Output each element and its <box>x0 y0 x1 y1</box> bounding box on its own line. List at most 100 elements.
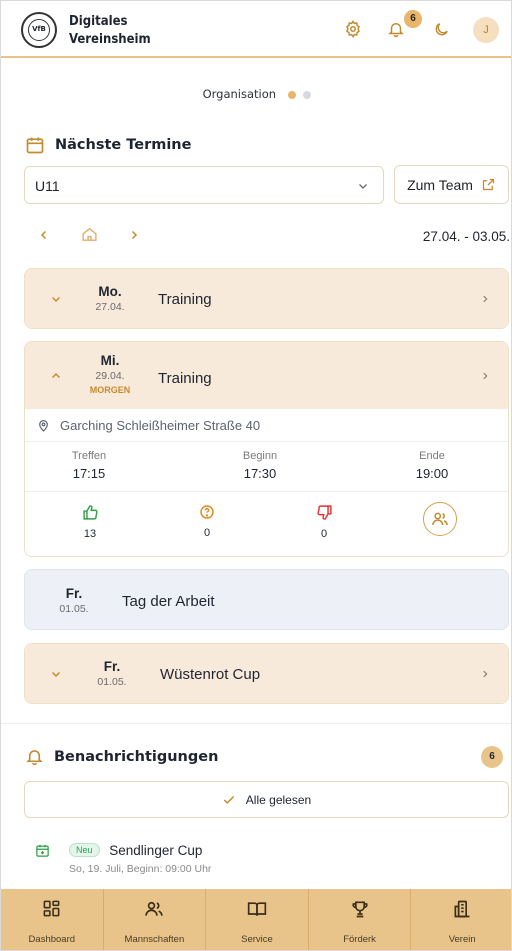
settings-button[interactable] <box>341 17 365 41</box>
dark-mode-toggle[interactable] <box>429 17 453 41</box>
time-end: Ende 19:00 <box>372 450 492 481</box>
vote-no-button[interactable]: 0 <box>304 504 344 540</box>
event-card[interactable]: Fr. 01.05. Wüstenrot Cup <box>24 643 509 704</box>
nav-foerderk[interactable]: Förderk <box>309 889 412 950</box>
nav-verein[interactable]: Verein <box>411 889 511 950</box>
vote-no-count: 0 <box>320 528 328 540</box>
chevron-right-icon[interactable] <box>480 370 490 382</box>
nav-mannschaften[interactable]: Mannschaften <box>104 889 207 950</box>
event-date: 01.05. <box>97 676 127 688</box>
holiday-date: 01.05. <box>59 603 89 615</box>
nav-service[interactable]: Service <box>206 889 309 950</box>
chevron-up-icon[interactable] <box>50 370 62 382</box>
event-day: Fr. 01.05. <box>87 659 137 688</box>
brand-line-2: Vereinsheim <box>69 32 151 47</box>
nav-label: Förderk <box>343 934 376 945</box>
new-badge: Neu <box>69 843 100 857</box>
nav-dashboard[interactable]: Dashboard <box>1 889 104 950</box>
event-location[interactable]: Garching Schleißheimer Straße 40 <box>25 409 508 442</box>
map-pin-icon <box>39 419 48 432</box>
week-navigation: 27.04. - 03.05. <box>24 223 510 251</box>
zum-team-button[interactable]: Zum Team <box>394 165 509 204</box>
event-votes: 13 0 0 <box>25 492 508 548</box>
notification-badge: 6 <box>404 10 422 28</box>
week-date-range: 27.04. - 03.05. <box>422 229 510 244</box>
time-label: Ende <box>419 450 445 462</box>
termine-heading: Nächste Termine <box>25 135 191 155</box>
club-logo[interactable]: VfB <box>21 12 57 48</box>
chevron-right-icon[interactable] <box>480 293 490 305</box>
notification-item[interactable]: Neu Sendlinger Cup So, 19. Juli, Beginn:… <box>35 841 505 881</box>
event-day: Mi. 29.04. MORGEN <box>85 353 135 395</box>
chevron-right-icon[interactable] <box>480 668 490 680</box>
prev-week-button[interactable] <box>38 228 50 247</box>
next-week-button[interactable] <box>128 228 140 247</box>
event-title: Training <box>158 370 212 387</box>
vote-maybe-count: 0 <box>203 527 211 539</box>
notification-subtitle: So, 19. Juli, Beginn: 09:00 Uhr <box>69 863 212 875</box>
notifications-title: Benachrichtigungen <box>54 748 219 765</box>
nav-label: Mannschaften <box>124 934 185 945</box>
vote-maybe-button[interactable]: 0 <box>187 504 227 539</box>
notification-title: Sendlinger Cup <box>109 843 203 858</box>
brand-line-1: Digitales <box>69 14 128 29</box>
time-label: Treffen <box>71 450 107 462</box>
chevron-down-icon[interactable] <box>50 668 62 680</box>
mark-all-read-button[interactable]: Alle gelesen <box>24 781 509 818</box>
nav-label: Dashboard <box>28 934 76 945</box>
participants-button[interactable] <box>423 502 457 536</box>
org-pager: Organisation <box>1 87 511 101</box>
bottom-navigation: Dashboard Mannschaften Service Förderk V… <box>1 889 511 950</box>
event-card[interactable]: Mo. 27.04. Training <box>24 268 509 329</box>
event-times: Treffen 17:15 Beginn 17:30 Ende 19:00 <box>25 442 508 492</box>
mark-all-read-label: Alle gelesen <box>245 792 312 807</box>
holiday-weekday: Fr. <box>65 586 83 601</box>
event-title: Wüstenrot Cup <box>160 666 261 683</box>
club-logo-text: VfB <box>28 19 50 41</box>
notifications-count-badge: 6 <box>481 746 503 768</box>
bell-icon <box>26 750 43 766</box>
question-circle-icon <box>200 505 214 519</box>
chevron-left-icon <box>40 230 47 240</box>
zum-team-label: Zum Team <box>407 176 473 193</box>
section-divider <box>1 723 511 724</box>
pager-dot[interactable] <box>303 90 312 99</box>
nav-label: Verein <box>448 934 476 945</box>
team-select[interactable]: U11 <box>24 166 384 204</box>
termine-title: Nächste Termine <box>55 137 192 153</box>
bell-icon <box>388 23 404 38</box>
holiday-day: Fr. 01.05. <box>49 586 99 615</box>
app-frame: VfB Digitales Vereinsheim 6 J Organisati… <box>0 0 512 951</box>
team-select-value: U11 <box>35 178 60 194</box>
notification-title-row: Neu Sendlinger Cup <box>69 843 202 858</box>
event-weekday: Fr. <box>103 659 121 674</box>
event-title: Training <box>158 291 212 308</box>
event-weekday: Mo. <box>98 284 122 299</box>
trophy-icon <box>351 901 368 918</box>
holiday-card: Fr. 01.05. Tag der Arbeit <box>24 569 509 630</box>
vote-yes-button[interactable]: 13 <box>70 504 110 540</box>
user-avatar[interactable]: J <box>473 17 499 43</box>
calendar-plus-icon <box>36 844 49 857</box>
notifications-heading: Benachrichtigungen <box>25 747 218 766</box>
event-card-expanded[interactable]: Mi. 29.04. MORGEN Training Garching Schl… <box>24 341 509 557</box>
current-week-button[interactable] <box>81 226 98 248</box>
moon-icon <box>435 22 448 35</box>
building-icon <box>454 900 470 918</box>
time-value: 17:15 <box>72 466 106 481</box>
check-icon <box>223 795 234 804</box>
dashboard-icon <box>43 900 60 917</box>
app-header: VfB Digitales Vereinsheim 6 J <box>1 1 511 58</box>
time-value: 19:00 <box>415 466 449 481</box>
nav-label: Service <box>241 934 273 945</box>
event-tag-tomorrow: MORGEN <box>89 385 131 395</box>
event-weekday: Mi. <box>100 353 120 368</box>
users-icon <box>145 901 164 916</box>
chevron-right-icon <box>131 230 138 240</box>
time-value: 17:30 <box>243 466 277 481</box>
holiday-title: Tag der Arbeit <box>122 593 215 610</box>
pager-dot-active[interactable] <box>287 90 296 99</box>
book-icon <box>247 902 267 916</box>
event-date: 27.04. <box>95 301 125 313</box>
chevron-down-icon[interactable] <box>50 293 62 305</box>
